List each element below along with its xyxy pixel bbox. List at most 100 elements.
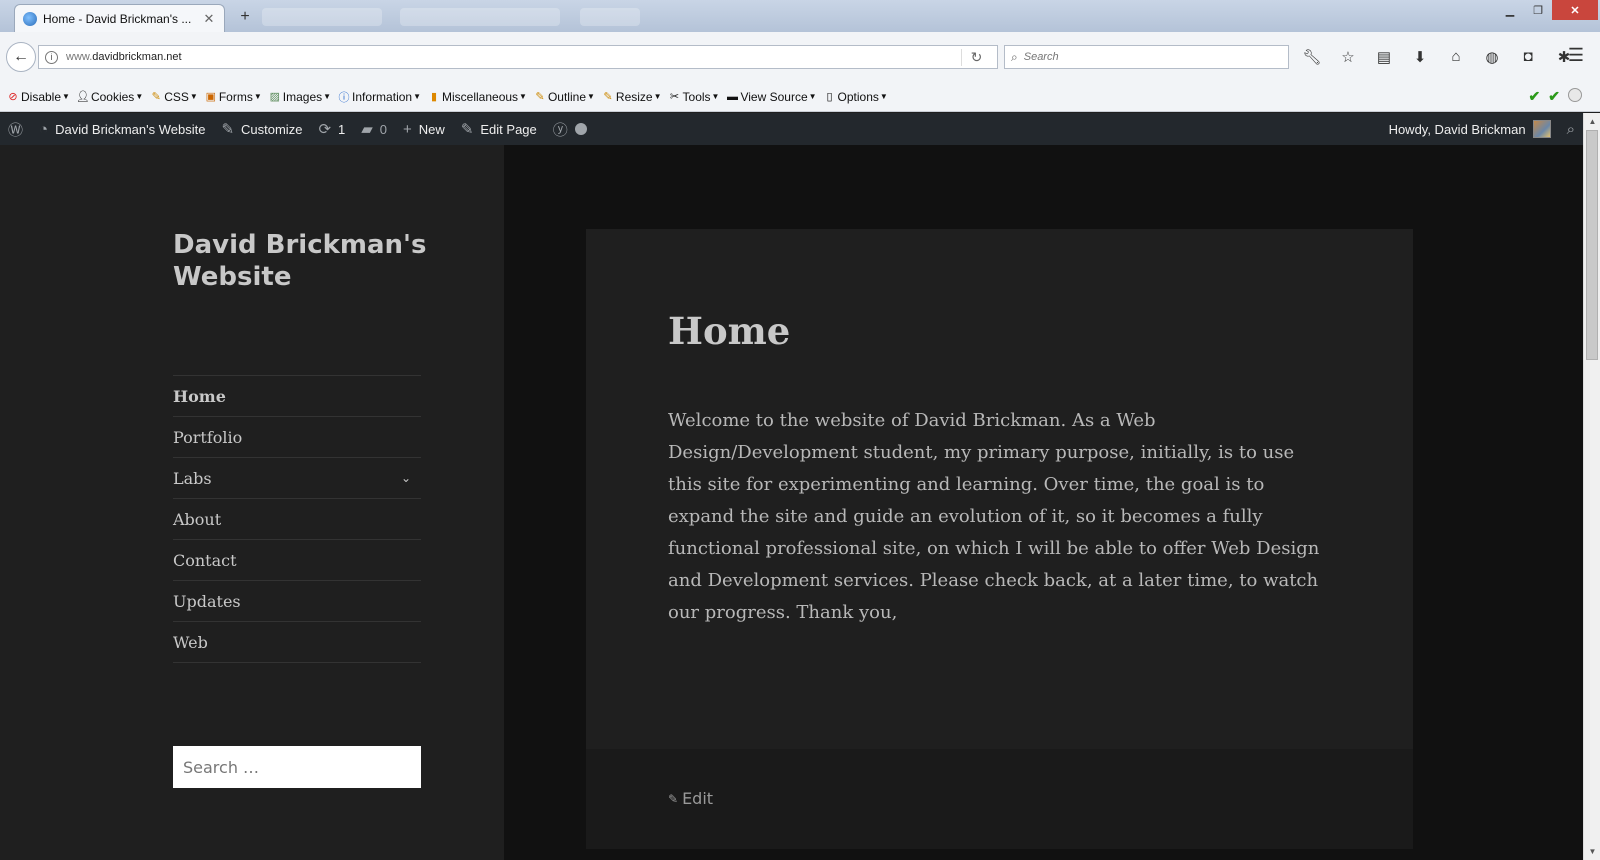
pocket-icon[interactable]: ◘ (1517, 48, 1539, 66)
new-content-link[interactable]: + New (395, 113, 453, 145)
globe-icon (23, 11, 37, 26)
menu-item-portfolio[interactable]: Portfolio (173, 417, 421, 458)
comments-link[interactable]: ▰ 0 (353, 113, 395, 145)
toolbar-miscellaneous[interactable]: ▮ Miscellaneous ▼ (427, 90, 527, 104)
view-source-icon: ▬ (726, 90, 738, 103)
toolbar-images[interactable]: ▨ Images ▼ (268, 90, 331, 104)
tab-title: Home - David Brickman's ... (43, 11, 192, 26)
edit-link[interactable]: ✎ Edit (668, 789, 713, 808)
url-bar[interactable]: i www.davidbrickman.net ↻ (38, 45, 998, 69)
tools-icon: ✂ (669, 91, 680, 103)
browser-tab-active[interactable]: Home - David Brickman's ... ✕ (14, 4, 225, 32)
cookies-icon: 👤︎ (75, 91, 90, 103)
page-scrollbar[interactable]: ▲ ▼ (1583, 113, 1600, 860)
menu-item-labs[interactable]: Labs ⌄ (173, 458, 421, 499)
reload-icon[interactable]: ↻ (961, 48, 991, 66)
menu-item-home[interactable]: Home (173, 376, 421, 417)
site-sidebar: David Brickman's Website Home Portfolio … (0, 145, 504, 860)
status-circle-icon[interactable] (1568, 88, 1582, 102)
toolbar-status-group: ✔ ✔ (1529, 88, 1582, 105)
restore-icon[interactable]: ❐ (1524, 0, 1552, 20)
new-tab-button[interactable]: + (234, 6, 256, 28)
scroll-up-icon[interactable]: ▲ (1584, 113, 1600, 130)
bookmark-star-icon[interactable]: ☆ (1337, 48, 1359, 66)
menu-item-contact[interactable]: Contact (173, 540, 421, 581)
menu-item-web[interactable]: Web (173, 622, 421, 663)
hamburger-menu-icon[interactable]: ☰ (1568, 45, 1584, 66)
browser-search-input[interactable] (1023, 51, 1264, 63)
my-account-link[interactable]: Howdy, David Brickman (1381, 113, 1559, 145)
primary-menu: Home Portfolio Labs ⌄ About Contact Updat… (173, 375, 421, 663)
pencil-icon: ✎ (460, 121, 474, 138)
minimize-icon[interactable]: ▁ (1496, 0, 1524, 20)
back-arrow-icon[interactable]: ← (6, 42, 36, 72)
background-tab[interactable] (262, 8, 382, 26)
toolbar-disable[interactable]: ⊘ Disable ▼ (6, 90, 70, 104)
edit-page-link[interactable]: ✎ Edit Page (453, 113, 545, 145)
images-icon: ▨ (269, 91, 280, 103)
globe-sync-icon[interactable]: ◍ (1481, 48, 1503, 66)
toolbar-forms[interactable]: ▣ Forms ▼ (204, 90, 262, 104)
pencil-icon: ✎ (668, 791, 679, 806)
chevron-down-icon[interactable]: ⌄ (401, 471, 411, 485)
admin-search-button[interactable]: ⌕ (1559, 113, 1583, 145)
browser-navbar: ← i www.davidbrickman.net ↻ ⌕ 🔧︎ ☆ ▤ ⬇ ⌂… (0, 32, 1600, 82)
download-icon[interactable]: ⬇ (1409, 48, 1431, 66)
forms-icon: ▣ (205, 91, 217, 103)
seo-plugin-button[interactable]: ⓨ (545, 113, 595, 145)
menu-item-updates[interactable]: Updates (173, 581, 421, 622)
wrench-icon[interactable]: 🔧︎ (1301, 48, 1323, 66)
toolbar-view-source[interactable]: ▬ View Source ▼ (725, 90, 817, 104)
toolbar-outline[interactable]: ✎ Outline ▼ (533, 90, 595, 104)
page-title: Home (668, 309, 791, 353)
updates-link[interactable]: ⟳ 1 (310, 113, 353, 145)
avatar (1532, 120, 1551, 138)
entry-footer: ✎ Edit (586, 749, 1413, 849)
checkmark-icon[interactable]: ✔ (1548, 88, 1560, 105)
window-close-icon[interactable]: ✕ (1552, 0, 1598, 20)
toolbar-cookies[interactable]: 👤︎ Cookies ▼ (76, 90, 143, 104)
css-icon: ✎ (151, 91, 161, 103)
url-text[interactable]: www.davidbrickman.net (66, 51, 953, 63)
paintbrush-icon: ✎ (221, 121, 235, 138)
nav-icon-group: 🔧︎ ☆ ▤ ⬇ ⌂ ◍ ◘ ✱ (1301, 48, 1575, 66)
yoast-icon: ⓨ (552, 121, 568, 139)
sidebar-search-input[interactable] (173, 746, 421, 788)
background-tab[interactable] (400, 8, 560, 26)
wordpress-logo-icon: Ⓦ (8, 121, 24, 139)
checkmark-icon[interactable]: ✔ (1529, 88, 1541, 105)
window-controls: ▁ ❐ ✕ (1496, 0, 1598, 20)
dashboard-icon: ◔ (39, 120, 49, 138)
toolbar-resize[interactable]: ✎ Resize ▼ (601, 90, 661, 104)
magnifier-icon: ⌕ (1011, 49, 1018, 64)
menu-item-about[interactable]: About (173, 499, 421, 540)
scroll-down-icon[interactable]: ▼ (1584, 843, 1600, 860)
admin-bar-right: Howdy, David Brickman ⌕ (1381, 113, 1583, 145)
disable-icon: ⊘ (8, 91, 18, 103)
home-icon[interactable]: ⌂ (1445, 48, 1467, 66)
reading-list-icon[interactable]: ▤ (1373, 48, 1395, 66)
seo-status-dot (574, 123, 587, 135)
toolbar-css[interactable]: ✎ CSS ▼ (149, 90, 198, 104)
toolbar-options[interactable]: ▯ Options ▼ (823, 90, 888, 104)
info-icon[interactable]: i (45, 50, 58, 64)
toolbar-information[interactable]: ⓘ Information ▼ (337, 90, 421, 104)
wp-admin-bar: Ⓦ ◔ David Brickman's Website ✎ Customize ⟳… (0, 113, 1583, 145)
background-tab[interactable] (580, 8, 640, 26)
refresh-icon: ⟳ (318, 121, 332, 138)
comment-icon: ▰ (361, 121, 373, 138)
article: Home Welcome to the website of David Bri… (586, 229, 1413, 849)
customize-link[interactable]: ✎ Customize (213, 113, 310, 145)
close-icon[interactable]: ✕ (202, 11, 216, 27)
scrollbar-thumb[interactable] (1586, 130, 1598, 360)
site-title[interactable]: David Brickman's Website (173, 229, 443, 293)
entry-content: Welcome to the website of David Brickman… (668, 410, 1320, 623)
url-domain: davidbrickman.net (92, 51, 182, 63)
information-icon: ⓘ (338, 91, 350, 104)
admin-site-name-link[interactable]: ◔ David Brickman's Website (31, 113, 213, 145)
toolbar-tools[interactable]: ✂ Tools ▼ (668, 90, 720, 104)
browser-titlebar: Home - David Brickman's ... ✕ + ▁ ❐ ✕ (0, 0, 1600, 32)
browser-search-bar[interactable]: ⌕ (1004, 45, 1289, 69)
wordpress-logo-button[interactable]: Ⓦ (0, 113, 31, 145)
search-icon: ⌕ (1566, 120, 1575, 138)
